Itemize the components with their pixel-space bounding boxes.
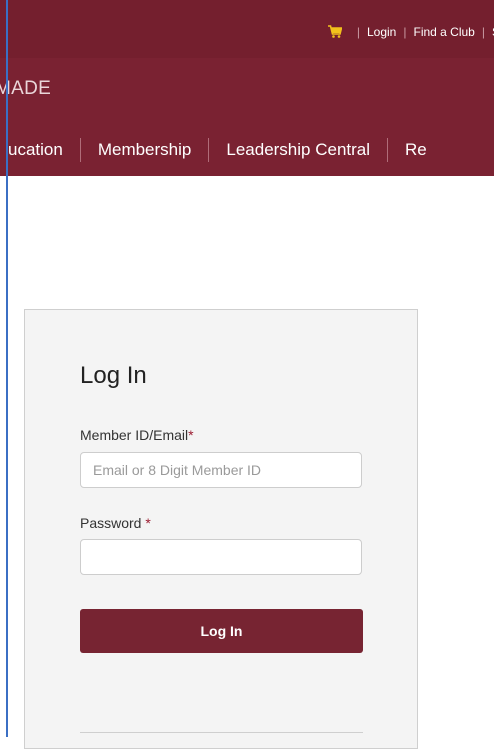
password-label: Password * [80,515,151,531]
nav-item-leadership-central[interactable]: Leadership Central [226,140,370,160]
nav-item-education[interactable]: ucation [8,140,63,160]
brand-bar: MADE [0,58,494,124]
password-input[interactable] [80,539,362,575]
nav-item-membership[interactable]: Membership [98,140,192,160]
password-label-text: Password [80,515,146,531]
divider: | [481,25,485,39]
nav-divider [387,138,389,162]
divider: | [356,25,360,39]
find-a-club-link[interactable]: Find a Club [413,25,474,39]
required-marker: * [145,515,151,531]
window-edge [6,0,8,737]
nav-divider [79,138,81,162]
required-marker: * [188,427,194,443]
utility-bar: | Login | Find a Club | S [0,0,494,58]
card-divider [80,732,363,733]
nav-item-truncated[interactable]: Re [405,140,427,160]
divider: | [403,25,407,39]
main-nav: ucation Membership Leadership Central Re [0,124,494,176]
nav-items: ucation Membership Leadership Central Re [8,138,427,162]
cart-icon[interactable] [327,25,343,39]
nav-divider [208,138,210,162]
member-id-input[interactable] [80,452,362,488]
login-title: Log In [80,362,147,389]
login-link[interactable]: Login [367,25,396,39]
login-button[interactable]: Log In [80,609,363,653]
member-id-label: Member ID/Email* [80,427,194,443]
utility-links: | Login | Find a Club | S [327,24,494,40]
member-id-label-text: Member ID/Email [80,427,189,443]
login-card: Log In Member ID/Email* Password * Log I… [24,309,418,749]
